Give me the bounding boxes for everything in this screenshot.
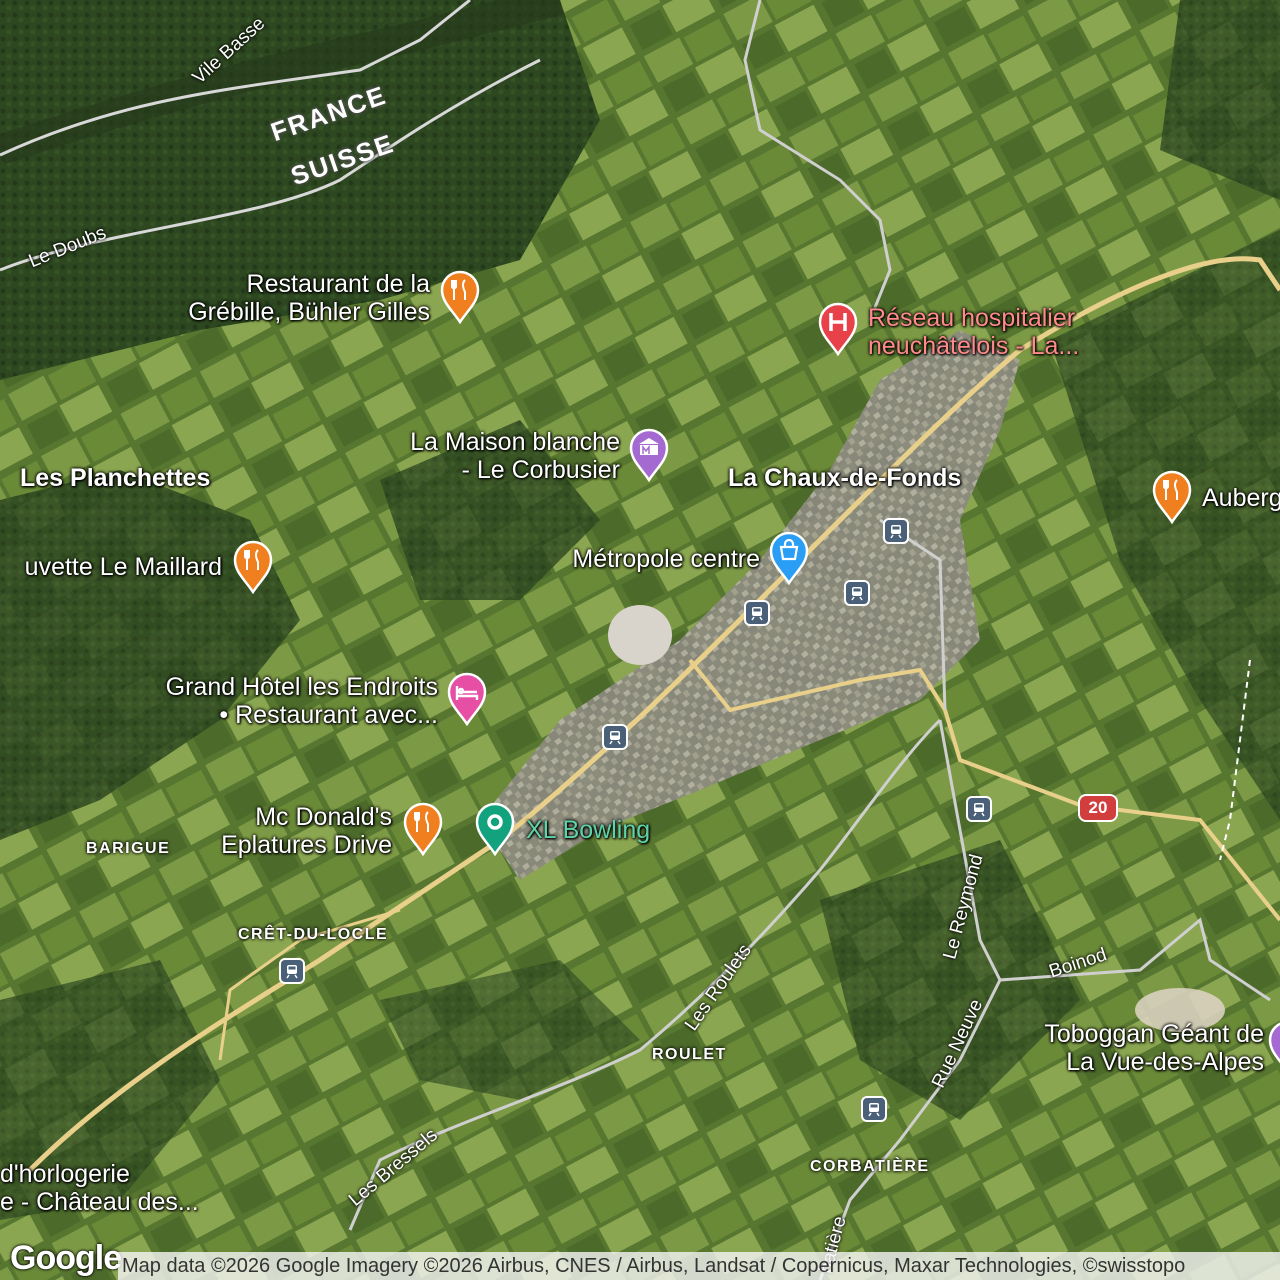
poi-name-line2: e - Château des...	[0, 1188, 199, 1216]
museum-icon[interactable]	[629, 428, 669, 483]
restaurant-icon[interactable]	[233, 540, 273, 595]
shopping-icon[interactable]	[769, 531, 809, 586]
place-label-roulet: ROULET	[652, 1046, 727, 1063]
city-label-la-chaux-de-fonds[interactable]: La Chaux-de-Fonds	[728, 464, 961, 492]
poi-name-line2: • Restaurant avec...	[219, 701, 438, 729]
train-station-icon[interactable]	[883, 518, 909, 544]
restaurant-icon[interactable]	[440, 270, 480, 325]
place-label-corbatiere: CORBATIÈRE	[810, 1158, 930, 1175]
map-attribution[interactable]: Map data ©2026 Google Imagery ©2026 Airb…	[118, 1252, 1280, 1280]
poi-name-line1: XL Bowling	[526, 816, 651, 844]
attraction-icon[interactable]	[1268, 1020, 1280, 1074]
train-station-icon[interactable]	[966, 796, 992, 822]
google-logo: Google	[10, 1239, 122, 1277]
poi-name-line2: - Le Corbusier	[461, 456, 620, 484]
poi-name-line2: Grébille, Bühler Gilles	[188, 298, 430, 326]
poi-name-line2: Eplatures Drive	[221, 831, 392, 859]
poi-name-line1: Restaurant de la	[246, 270, 430, 298]
poi-name-line1: Grand Hôtel les Endroits	[165, 673, 438, 701]
train-station-icon[interactable]	[279, 958, 305, 984]
train-station-icon[interactable]	[844, 580, 870, 606]
poi-name-line1: d'horlogerie	[0, 1160, 130, 1188]
satellite-map[interactable]: FRANCE SUISSE Vile Basse Le Doubs Les Ro…	[0, 0, 1280, 1280]
place-label-barigue: BARIGUE	[86, 840, 171, 857]
poi-name-line1: Métropole centre	[572, 545, 760, 573]
poi-name-line1: Auberg	[1202, 484, 1280, 512]
poi-name-line1: Mc Donald's	[255, 803, 392, 831]
place-icon[interactable]	[475, 802, 515, 857]
satellite-imagery	[0, 0, 1280, 1280]
route-20-shield: 20	[1078, 794, 1118, 822]
poi-name-line2: La Vue-des-Alpes	[1066, 1048, 1264, 1076]
train-station-icon[interactable]	[744, 600, 770, 626]
hospital-icon[interactable]	[818, 302, 858, 357]
poi-name-line1: La Maison blanche	[410, 428, 620, 456]
poi-name-line1: Réseau hospitalier	[868, 304, 1076, 332]
train-station-icon[interactable]	[602, 724, 628, 750]
restaurant-icon[interactable]	[1152, 470, 1192, 525]
place-label-cret-du-locle: CRÊT-DU-LOCLE	[238, 926, 389, 943]
map-footer: Google Map data ©2026 Google Imagery ©20…	[0, 1239, 1280, 1280]
place-label-les-planchettes[interactable]: Les Planchettes	[20, 464, 210, 492]
poi-name-line1: uvette Le Maillard	[24, 553, 222, 581]
poi-name-line1: Toboggan Géant de	[1044, 1020, 1264, 1048]
poi-name-line2: neuchâtelois - La...	[868, 332, 1080, 360]
restaurant-icon[interactable]	[403, 802, 443, 857]
hotel-icon[interactable]	[447, 672, 487, 727]
train-station-icon[interactable]	[861, 1096, 887, 1122]
